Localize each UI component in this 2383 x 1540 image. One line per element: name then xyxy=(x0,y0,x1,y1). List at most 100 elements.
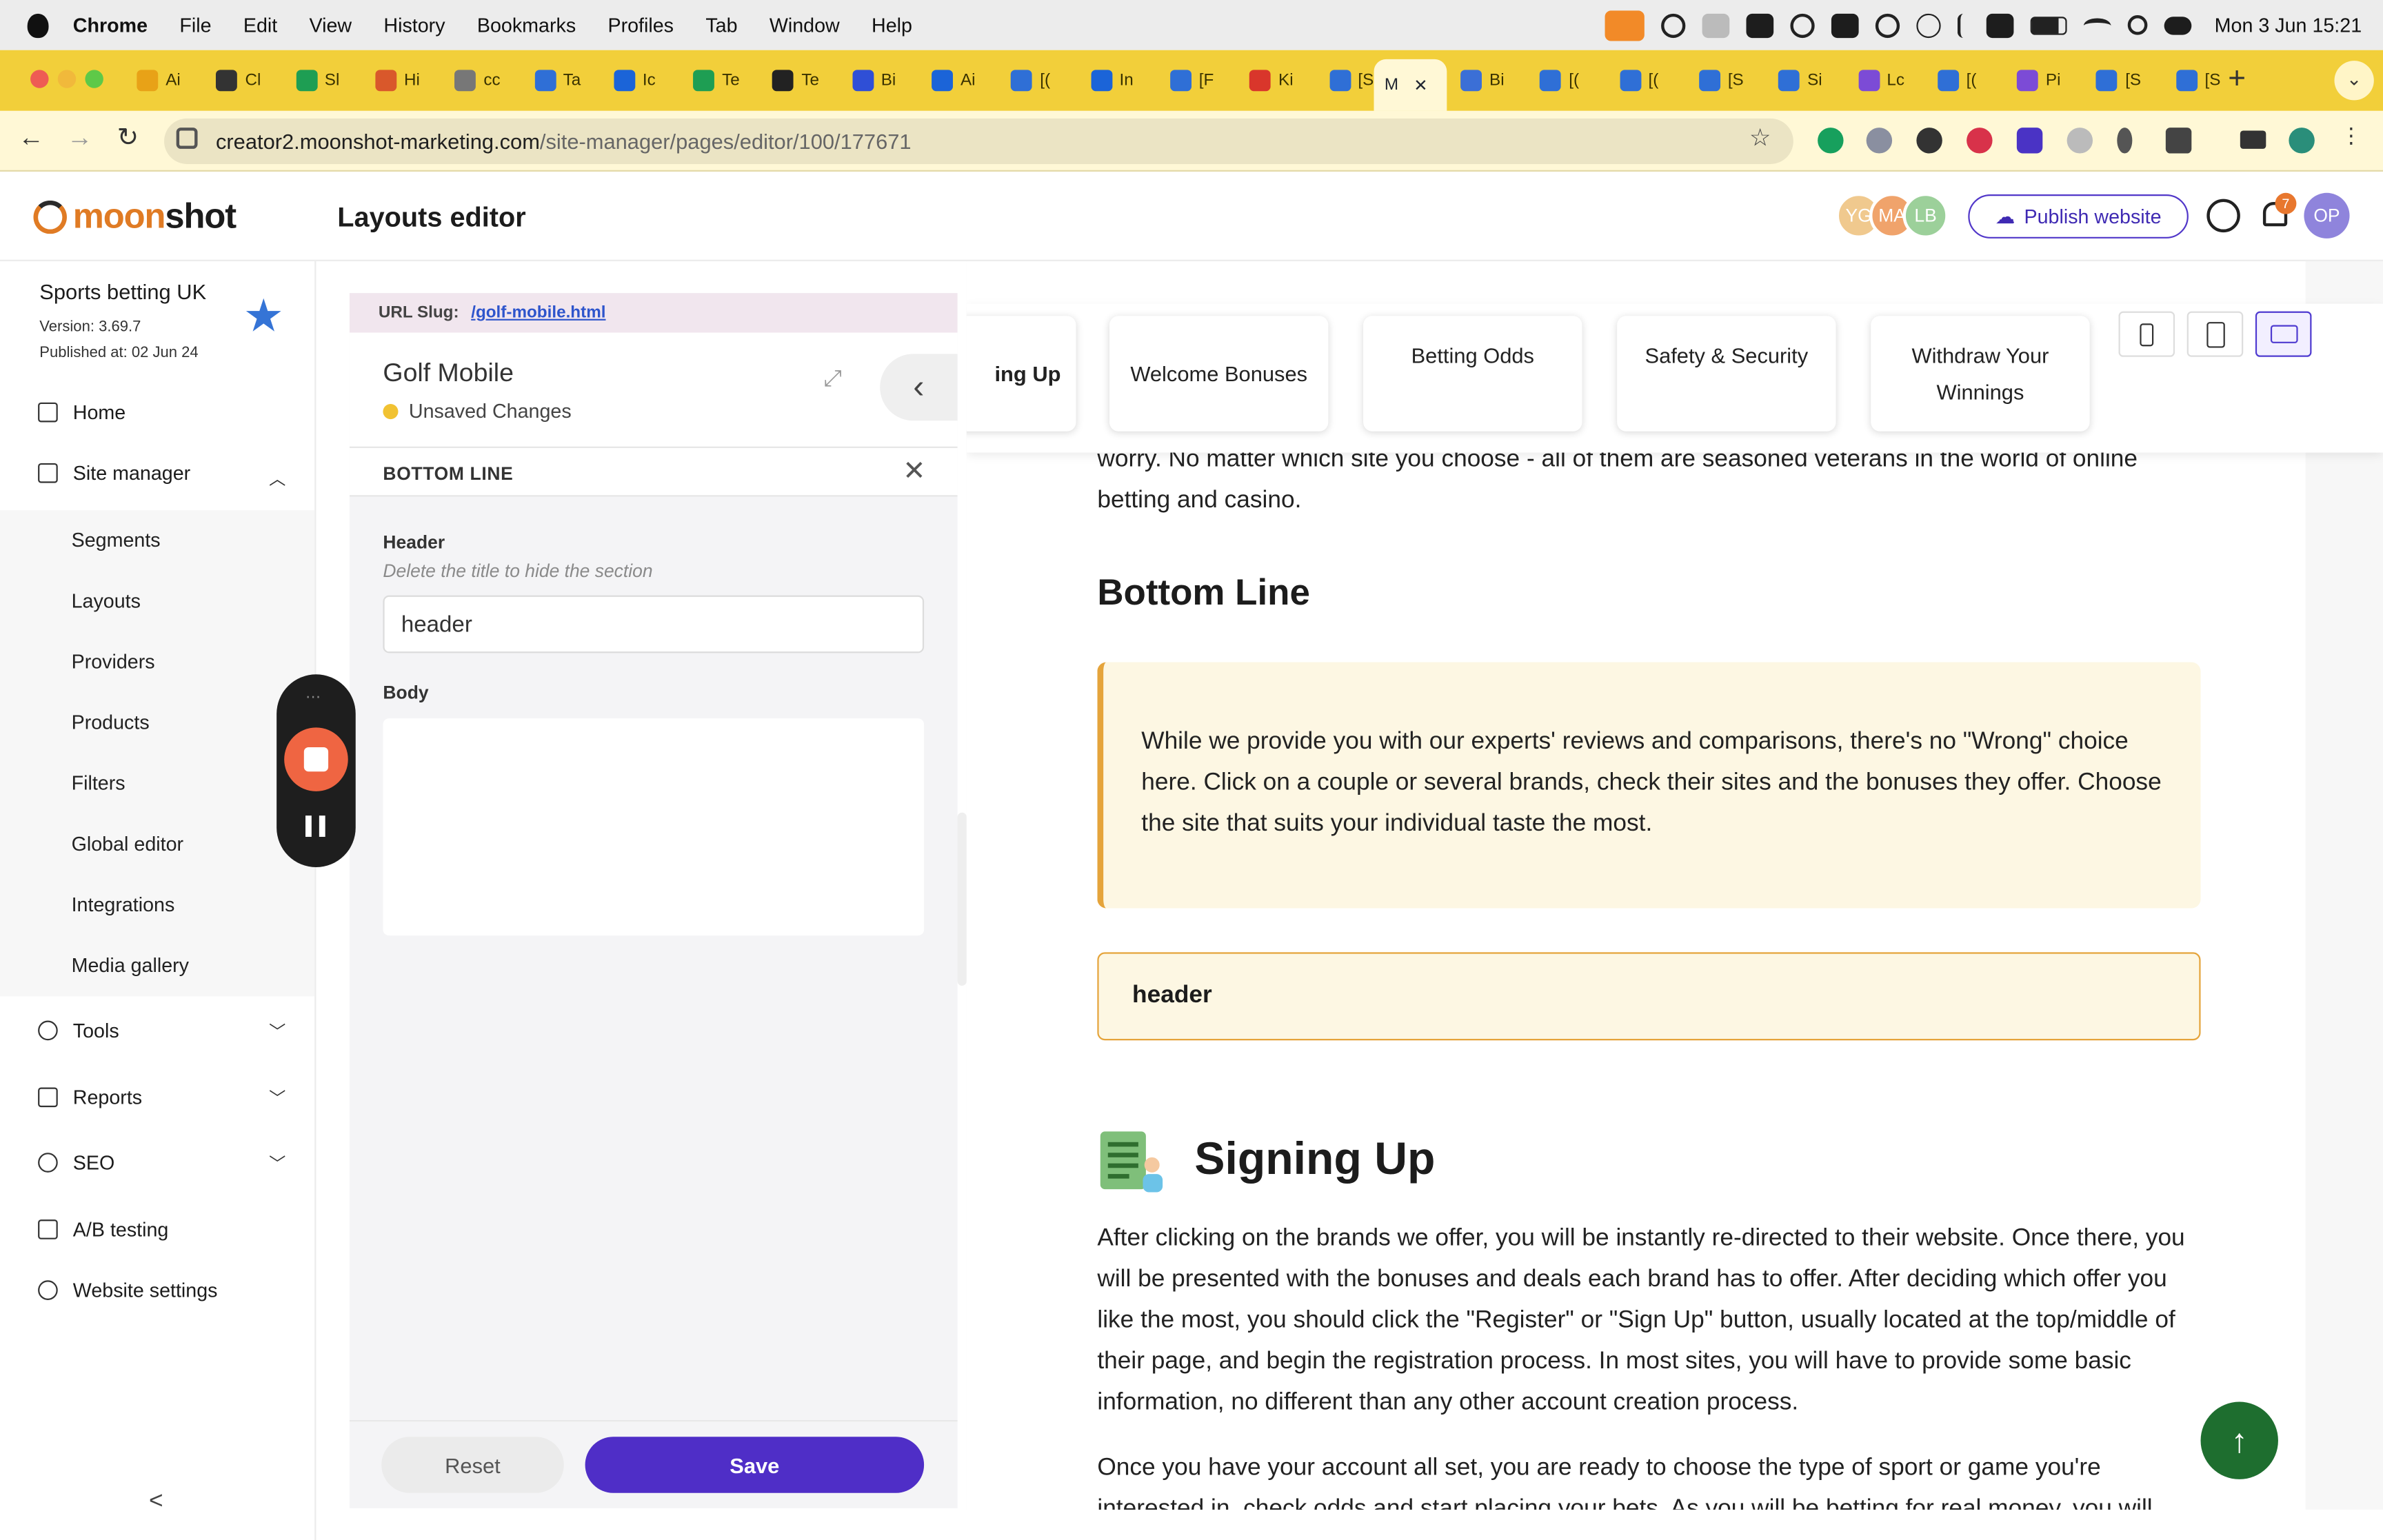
active-tab[interactable]: M ✕ xyxy=(1374,59,1447,111)
spotlight-icon[interactable] xyxy=(2128,15,2148,35)
browser-tab[interactable]: Si xyxy=(1778,59,1822,102)
puzzle-extensions-icon[interactable] xyxy=(2165,128,2192,154)
tab-search-chevron-icon[interactable]: ⌄ xyxy=(2334,61,2374,101)
badge-extension-icon[interactable] xyxy=(2016,128,2043,154)
reset-button[interactable]: Reset xyxy=(381,1437,564,1493)
body-textarea[interactable] xyxy=(383,718,925,936)
chevron-up-icon[interactable]: ︿ xyxy=(269,466,285,490)
browser-tab[interactable]: [( xyxy=(1937,59,1977,102)
browser-tab[interactable]: [S xyxy=(1329,59,1374,102)
browser-tab[interactable]: cc xyxy=(454,59,501,102)
desktop-view-button[interactable] xyxy=(2255,311,2312,357)
tablet-view-button[interactable] xyxy=(2186,311,2244,357)
pause-icon[interactable] xyxy=(305,815,325,837)
control-center-icon[interactable] xyxy=(2164,16,2192,34)
night-shift-icon[interactable] xyxy=(1876,12,1900,37)
browser-tab[interactable]: Te xyxy=(772,59,819,102)
chevron-down-icon[interactable]: ﹀ xyxy=(269,1019,285,1043)
sidebar-item-segments[interactable]: Segments xyxy=(72,529,161,551)
sidebar-item-reports[interactable]: Reports xyxy=(38,1086,142,1108)
back-arrow-icon[interactable]: ← xyxy=(18,123,43,153)
grammarly-extension-icon[interactable] xyxy=(1818,128,1844,154)
moonshot-logo[interactable]: moonshot xyxy=(33,196,237,236)
avatar-lb[interactable]: LB xyxy=(1902,192,1949,239)
grammarly-icon[interactable] xyxy=(1790,12,1816,37)
close-icon[interactable]: ✕ xyxy=(903,456,925,487)
clock[interactable]: Mon 3 Jun 15:21 xyxy=(2215,14,2362,37)
sidebar-item-products[interactable]: Products xyxy=(72,711,150,733)
browser-tab[interactable]: Te xyxy=(693,59,740,102)
profile-icon[interactable] xyxy=(2289,128,2315,154)
new-tab-button[interactable]: + xyxy=(2228,62,2246,97)
sidebar-item-global-editor[interactable]: Global editor xyxy=(72,832,183,855)
browser-tab[interactable]: Ta xyxy=(534,59,581,102)
menu-history[interactable]: History xyxy=(383,14,445,37)
expand-icon[interactable]: ⤢ xyxy=(824,366,842,392)
drive-icon[interactable] xyxy=(1746,12,1774,37)
bluetooth-icon[interactable] xyxy=(1958,12,1970,37)
menu-help[interactable]: Help xyxy=(872,14,912,37)
sidebar-item-media-gallery[interactable]: Media gallery xyxy=(72,954,189,977)
close-window-icon[interactable] xyxy=(30,70,49,88)
screen-icon[interactable] xyxy=(1702,12,1730,37)
browser-tab[interactable]: Ai xyxy=(137,59,181,102)
menu-view[interactable]: View xyxy=(309,14,352,37)
reading-list-icon[interactable] xyxy=(2240,130,2266,149)
apple-icon[interactable] xyxy=(27,12,49,37)
play-icon[interactable] xyxy=(1916,12,1941,37)
browser-tab[interactable]: Lc xyxy=(1858,59,1904,102)
terminal-icon[interactable] xyxy=(1987,12,2014,37)
browser-menu-icon[interactable]: ⋮ xyxy=(2340,123,2366,148)
collapse-panel-button[interactable]: ‹ xyxy=(880,354,958,421)
menu-file[interactable]: File xyxy=(179,14,211,37)
browser-tab[interactable]: [F xyxy=(1169,59,1214,102)
microphone-icon[interactable] xyxy=(1605,10,1645,41)
blocked-extension-icon[interactable] xyxy=(2067,128,2093,154)
browser-tab[interactable]: Ic xyxy=(614,59,656,102)
sidebar-item-home[interactable]: Home xyxy=(38,401,125,424)
menu-app-name[interactable]: Chrome xyxy=(73,14,148,37)
chevron-down-icon[interactable]: ﹀ xyxy=(269,1151,285,1175)
sidebar-item-providers[interactable]: Providers xyxy=(72,650,155,673)
url-slug-link[interactable]: /golf-mobile.html xyxy=(471,304,605,322)
menu-window[interactable]: Window xyxy=(770,14,840,37)
browser-tab[interactable]: [S xyxy=(2175,59,2220,102)
address-bar[interactable]: creator2.moonshot-marketing.com/site-man… xyxy=(164,118,1793,164)
save-button[interactable]: Save xyxy=(585,1437,925,1493)
vpn-extension-icon[interactable] xyxy=(1866,128,1893,154)
publish-website-button[interactable]: ☁ Publish website xyxy=(1968,194,2189,239)
browser-tab[interactable]: Sl xyxy=(295,59,339,102)
bookmark-star-icon[interactable]: ☆ xyxy=(1749,123,1771,153)
nav-card-safety-security[interactable]: Safety & Security xyxy=(1617,316,1836,432)
site-info-icon[interactable] xyxy=(176,128,198,149)
browser-tab[interactable]: Ki xyxy=(1249,59,1294,102)
browser-tab[interactable]: Pi xyxy=(2017,59,2060,102)
browser-tab[interactable]: Bi xyxy=(1460,59,1505,102)
mobile-view-button[interactable] xyxy=(2118,311,2175,357)
sidebar-item-tools[interactable]: Tools xyxy=(38,1019,119,1042)
nav-card-withdraw-winnings[interactable]: Withdraw Your Winnings xyxy=(1871,316,2090,432)
battery-icon[interactable] xyxy=(2030,16,2067,34)
browser-tab[interactable]: [( xyxy=(1011,59,1050,102)
p-app-icon[interactable] xyxy=(1831,12,1859,37)
nav-card-signing-up[interactable]: ing Up xyxy=(966,316,1076,432)
gear-extension-icon[interactable] xyxy=(1916,128,1942,154)
panel-resize-handle[interactable] xyxy=(957,812,967,986)
eyedropper-extension-icon[interactable] xyxy=(2117,128,2133,154)
stop-recording-button[interactable] xyxy=(284,727,348,791)
user-avatar[interactable]: OP xyxy=(2304,192,2350,239)
header-input[interactable] xyxy=(383,595,925,654)
nav-card-welcome-bonuses[interactable]: Welcome Bonuses xyxy=(1109,316,1329,432)
scroll-to-top-button[interactable]: ↑ xyxy=(2200,1401,2278,1479)
sidebar-item-site-manager[interactable]: Site manager xyxy=(38,462,190,485)
collapse-sidebar-icon[interactable]: < xyxy=(149,1488,163,1516)
browser-tab[interactable]: [( xyxy=(1540,59,1579,102)
browser-tab[interactable]: [( xyxy=(1619,59,1658,102)
sidebar-item-layouts[interactable]: Layouts xyxy=(72,589,141,612)
browser-tab[interactable]: Bi xyxy=(852,59,896,102)
wifi-icon[interactable] xyxy=(2084,17,2111,32)
drag-handle-icon[interactable]: ⋯ xyxy=(305,689,322,706)
sidebar-item-filters[interactable]: Filters xyxy=(72,771,125,794)
browser-tab[interactable]: Hi xyxy=(375,59,420,102)
favorite-star-icon[interactable]: ★ xyxy=(243,294,284,340)
